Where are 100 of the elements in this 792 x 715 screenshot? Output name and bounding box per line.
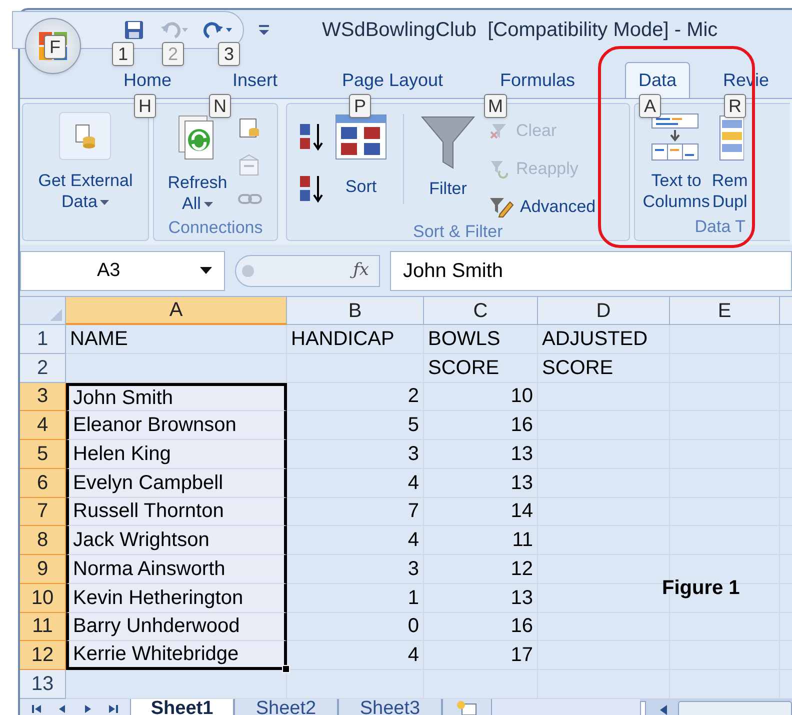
keytip-badge: H [134,94,156,118]
table-cell: 10 [424,382,538,412]
row-header[interactable]: 6 [20,468,66,498]
table-cell: ADJUSTED [538,325,670,354]
customize-caret-icon[interactable] [258,24,270,36]
table-cell: 5 [287,411,424,440]
table-cell: Kevin Hetherington [66,584,287,612]
scroll-left-icon[interactable] [658,704,668,715]
table-cell: HANDICAP [287,325,424,354]
table-cell: Eleanor Brownson [66,411,287,440]
row-header[interactable]: 2 [20,354,66,382]
table-cell: 7 [287,498,424,526]
table-cell: Jack Wrightson [66,526,287,555]
scroll-thumb[interactable] [678,700,792,715]
group-label: Connections [168,218,263,236]
row-header[interactable]: 13 [20,670,66,699]
table-cell: 14 [424,498,538,526]
row-header[interactable]: 12 [20,641,66,670]
keytip-badge: 3 [218,42,240,66]
row-header[interactable]: 3 [20,382,66,412]
table-cell: 12 [424,555,538,584]
table-cell: SCORE [424,354,538,382]
column-header[interactable]: C [424,297,538,325]
table-cell: 17 [424,641,538,670]
sort-grid-icon [335,114,388,160]
table-cell: 1 [287,584,424,612]
database-icon [73,123,98,149]
column-header[interactable]: D [538,297,670,325]
dropdown-caret-icon [200,267,212,275]
ribbon-tab[interactable]: Data [625,62,690,98]
table-cell: 11 [424,526,538,555]
table-cell: 4 [287,641,424,670]
group-label: Sort & Filter [413,222,503,240]
table-cell: BOWLS [424,325,538,354]
row-header[interactable]: 7 [20,498,66,526]
row-header[interactable]: 10 [20,584,66,612]
table-cell: 2 [287,382,424,412]
table-cell: 4 [287,526,424,555]
table-cell: SCORE [538,354,670,382]
table-cell: Evelyn Campbell [66,468,287,498]
keytip-badge: N [209,94,231,118]
splitter-handle[interactable] [640,700,646,715]
table-cell: Russell Thornton [66,498,287,526]
table-cell: 0 [287,612,424,642]
formula-bar-handle[interactable]: ƒx [235,255,380,287]
table-cell: 13 [424,468,538,498]
window-title: WSdBowlingClub [Compatibility Mode] - Mic [322,18,718,43]
insert-sheet-icon [456,700,478,715]
text-to-columns-button[interactable]: Text to Columns [642,170,710,212]
remove-duplicates-button[interactable]: Rem Dupl [712,170,748,212]
keytip-badge: F [44,35,66,59]
corner-triangle-icon [50,309,62,321]
fill-handle[interactable] [282,665,290,673]
keytip-badge: M [484,94,507,118]
table-cell: 4 [287,468,424,498]
table-cell: Kerrie Whitebridge [66,641,287,670]
column-header[interactable]: B [287,297,424,325]
dropdown-caret-icon [100,200,110,206]
table-cell: 3 [287,440,424,469]
table-cell: Helen King [66,440,287,469]
group-label: Data T [694,218,746,234]
funnel-pencil-icon [488,196,514,218]
sort-descending-icon[interactable] [297,174,326,204]
row-header[interactable]: 4 [20,411,66,440]
column-header[interactable]: E [670,297,780,325]
row-header[interactable]: 11 [20,612,66,642]
table-cell: 16 [424,411,538,440]
table-cell: 13 [424,584,538,612]
column-header[interactable]: A [66,297,287,325]
name-box[interactable]: A3 [20,251,225,291]
formula-field[interactable]: John Smith [390,251,792,291]
figure-caption: Figure 1 [662,576,740,601]
refresh-all-button[interactable]: Refresh All [168,172,228,214]
first-sheet-icon[interactable] [30,702,43,715]
save-icon[interactable] [123,19,145,41]
table-cell: 16 [424,612,538,642]
funnel-refresh-icon [488,159,510,179]
row-header[interactable]: 1 [20,325,66,354]
sort-ascending-icon[interactable] [297,122,326,152]
row-header[interactable]: 8 [20,526,66,555]
table-cell: 13 [424,440,538,469]
row-header[interactable]: 9 [20,555,66,584]
keytip-badge: A [639,94,661,118]
sort-button[interactable]: Sort [345,174,377,200]
table-cell: Barry Unhderwood [66,612,287,642]
table-cell: NAME [66,325,287,354]
get-external-data-button[interactable]: Get External Data [38,170,133,212]
filter-option-button[interactable]: Advanced [488,192,596,222]
keytip-badge: R [724,94,746,118]
keytip-badge: 2 [162,42,184,66]
dropdown-caret-icon [204,202,213,208]
table-cell: 3 [287,555,424,584]
table-cell: John Smith [66,382,287,412]
row-header[interactable]: 5 [20,440,66,469]
table-cell: Norma Ainsworth [66,555,287,584]
redo-icon[interactable] [203,19,233,41]
last-sheet-icon[interactable] [107,702,120,715]
keytip-badge: 1 [112,42,134,66]
keytip-badge: P [349,94,371,118]
filter-button[interactable]: Filter [429,176,467,202]
